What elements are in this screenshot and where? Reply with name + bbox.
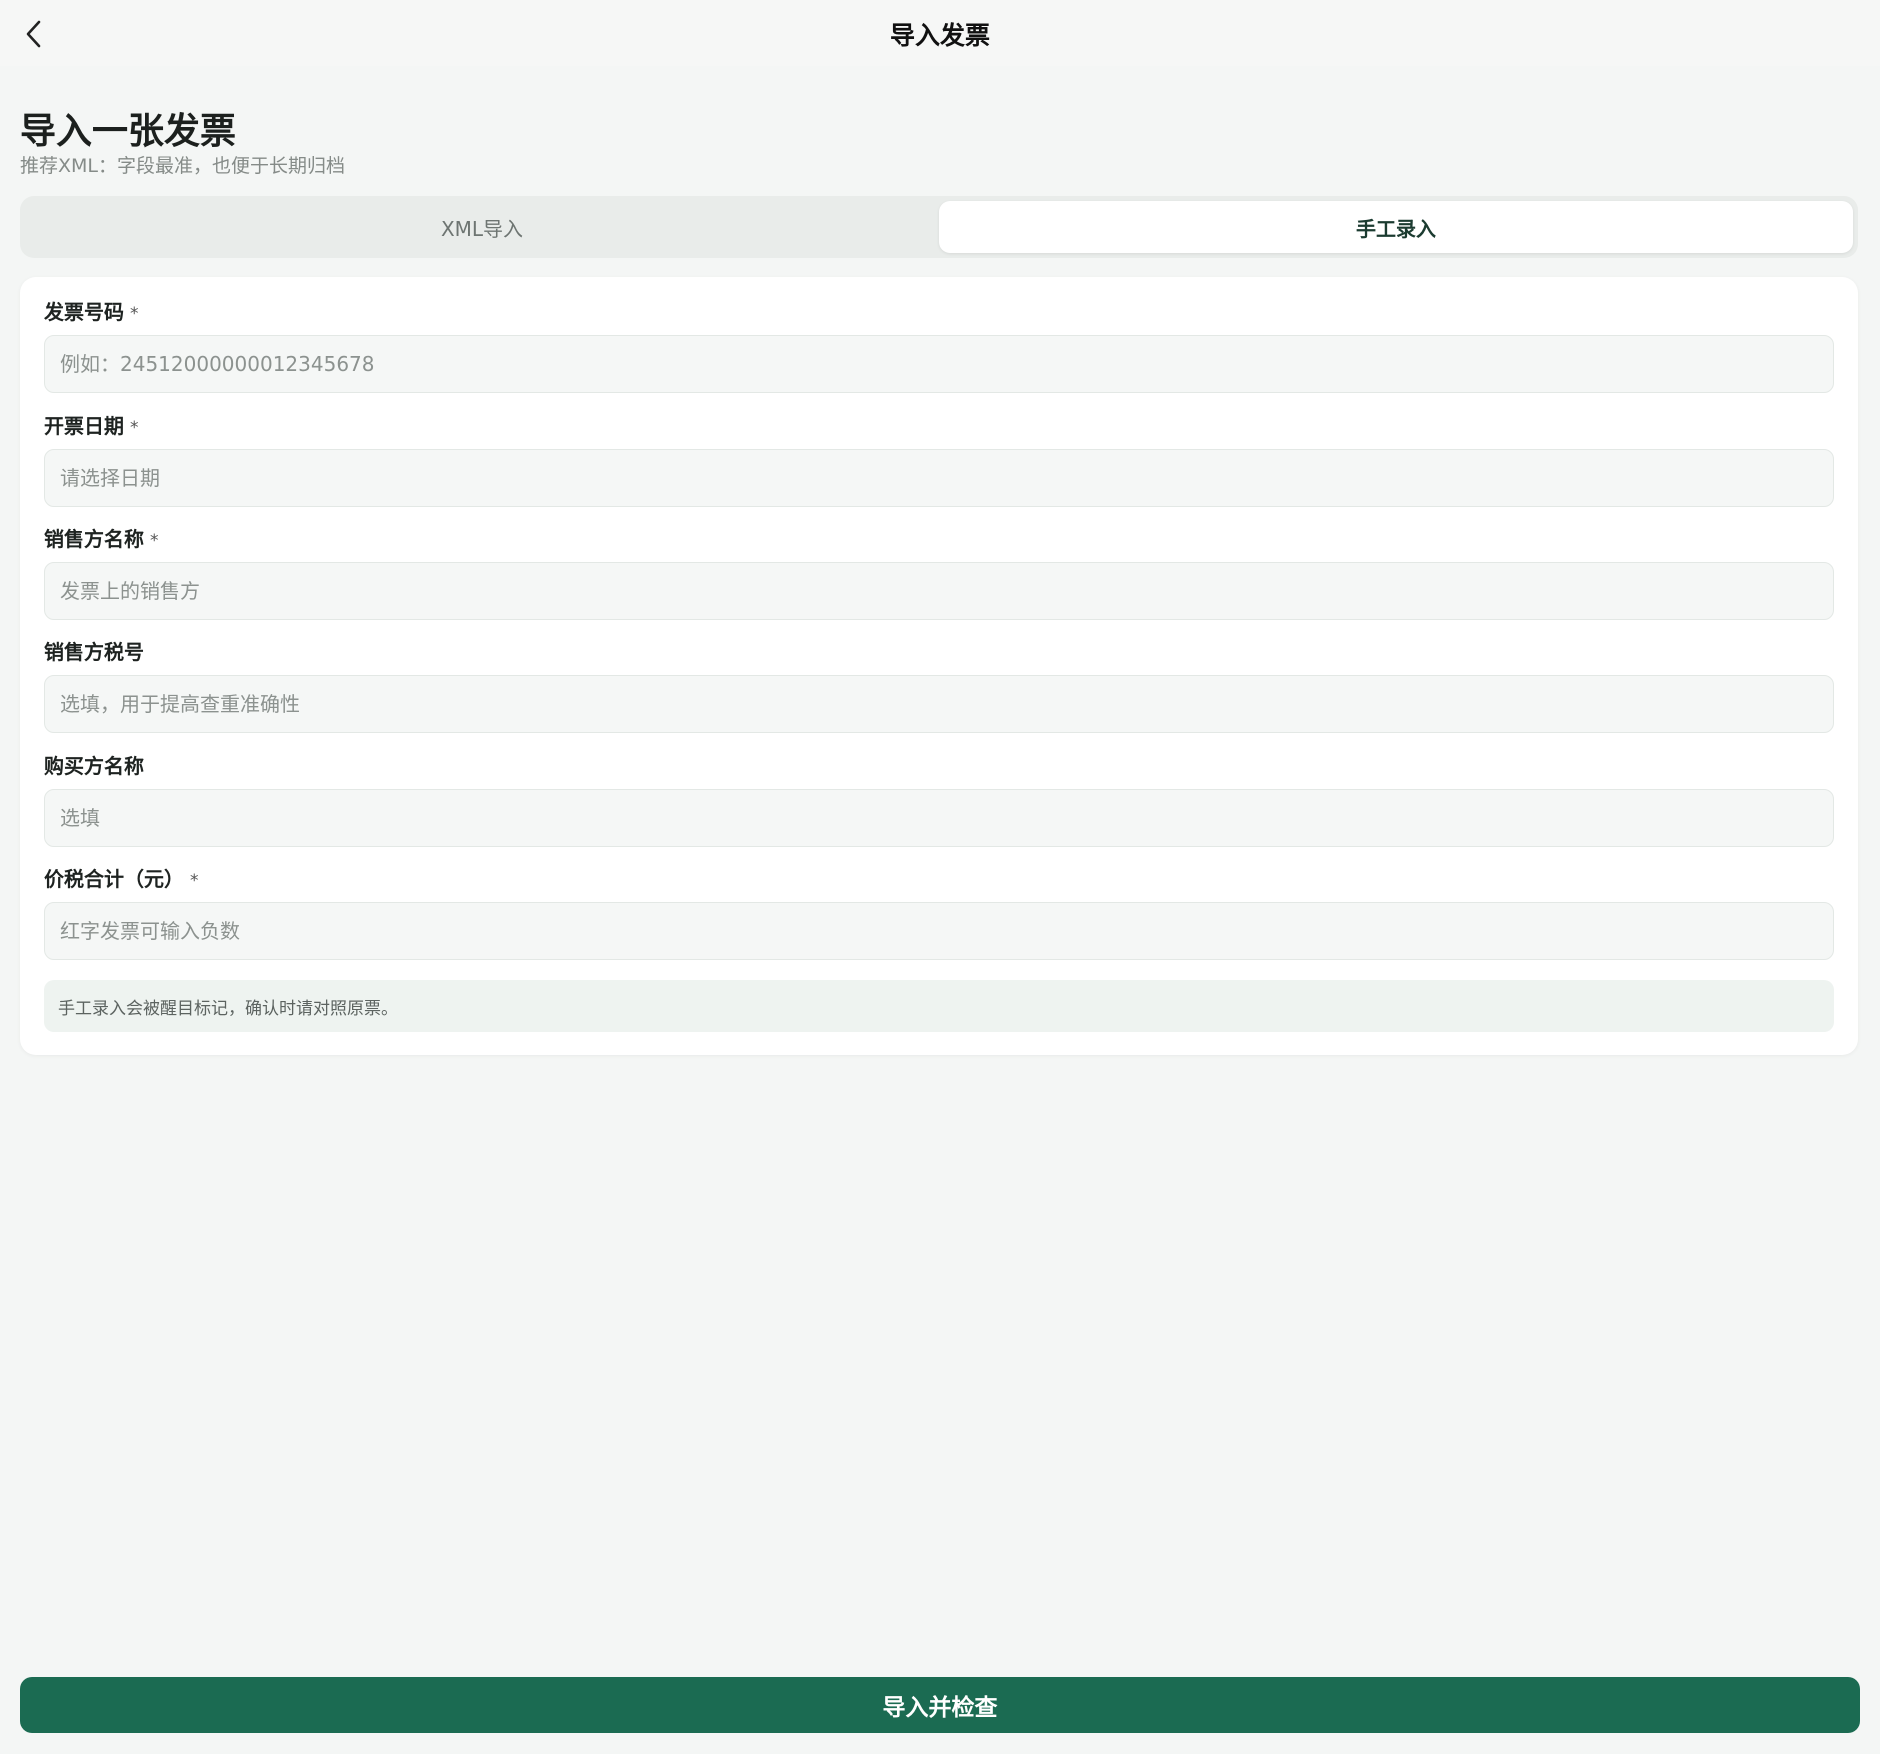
nav-title: 导入发票	[889, 21, 990, 50]
page-title: 导入一张发票	[20, 111, 237, 152]
manual-entry-notice: 手工录入会被醒目标记，确认时请对照原票。	[44, 980, 1834, 1032]
field-invoice-number: 发票号码 *	[44, 297, 1834, 393]
field-label: 销售方名称 *	[44, 524, 1834, 554]
invoice-date-picker[interactable]	[44, 449, 1834, 507]
required-mark: *	[190, 871, 199, 891]
required-mark: *	[130, 418, 139, 438]
field-label-text: 发票号码	[44, 300, 124, 324]
field-seller-name: 销售方名称 *	[44, 524, 1834, 620]
field-label: 发票号码 *	[44, 297, 1834, 327]
field-label: 购买方名称	[44, 751, 1834, 781]
total-amount-input[interactable]	[44, 902, 1834, 960]
field-label: 开票日期 *	[44, 411, 1834, 441]
import-mode-segmented-control: XML导入 手工录入	[20, 196, 1858, 258]
invoice-number-input[interactable]	[44, 335, 1834, 393]
page-subtitle: 推荐XML：字段最准，也便于长期归档	[20, 155, 345, 177]
required-mark: *	[150, 531, 159, 551]
field-label-text: 销售方名称	[44, 527, 144, 551]
field-seller-tax-id: 销售方税号	[44, 637, 1834, 733]
required-mark: *	[130, 304, 139, 324]
field-label: 价税合计（元） *	[44, 864, 1834, 894]
tab-manual-entry[interactable]: 手工录入	[939, 201, 1853, 253]
seller-name-input[interactable]	[44, 562, 1834, 620]
import-and-check-button[interactable]: 导入并检查	[20, 1677, 1860, 1733]
manual-entry-form-card: 发票号码* 开票日期* 销售方名称* 销售方税号 购买方名称 价税合计（元）* …	[20, 277, 1858, 1055]
field-label-text: 销售方税号	[44, 640, 144, 664]
field-label: 销售方税号	[44, 637, 1834, 667]
field-label-text: 购买方名称	[44, 754, 144, 778]
tab-xml-import[interactable]: XML导入	[25, 201, 939, 253]
field-label-text: 价税合计（元）	[44, 867, 184, 891]
seller-tax-id-input[interactable]	[44, 675, 1834, 733]
buyer-name-input[interactable]	[44, 789, 1834, 847]
field-label-text: 开票日期	[44, 414, 124, 438]
field-invoice-date: 开票日期 *	[44, 411, 1834, 507]
field-buyer-name: 购买方名称	[44, 751, 1834, 847]
top-nav-bar: 导入发票	[0, 0, 1880, 66]
field-total-amount: 价税合计（元） *	[44, 864, 1834, 960]
